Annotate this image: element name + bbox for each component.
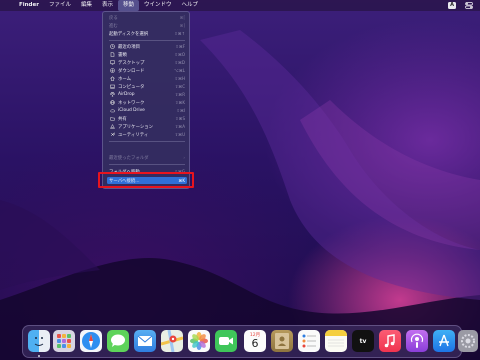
menu-window[interactable]: ウインドウ — [139, 0, 177, 11]
menu-item-label: 共有 — [118, 116, 127, 122]
menu-item-shortcut: ⇧⌘U — [174, 132, 185, 137]
input-source-badge[interactable]: A — [448, 2, 456, 9]
system-preferences-icon[interactable] — [458, 330, 478, 352]
menu-bar: Finder ファイル 編集 表示 移動 ウインドウ ヘルプ A — [0, 0, 480, 11]
menu-item-label: iCloud Drive — [118, 108, 145, 113]
menu-item-utilities[interactable]: ユーティリティ ⇧⌘U — [107, 131, 187, 138]
menu-item-shortcut: ⇧⌘F — [175, 44, 185, 49]
menu-item-back[interactable]: 戻る ⌘[ — [107, 14, 187, 21]
icloud-icon — [109, 108, 115, 114]
appstore-icon[interactable] — [433, 330, 455, 352]
menu-item-startup-disk[interactable]: 起動ディスクを選択 ⇧⌘↑ — [107, 30, 187, 37]
appletv-label: tv — [359, 337, 367, 345]
appletv-icon[interactable]: tv — [352, 330, 374, 352]
menu-item-label: ダウンロード — [118, 68, 145, 74]
document-icon — [109, 52, 115, 58]
menu-help[interactable]: ヘルプ — [177, 0, 204, 11]
menu-item-label: 最近使ったフォルダ — [109, 155, 149, 161]
finder-icon[interactable] — [28, 330, 50, 352]
applications-icon — [109, 124, 115, 130]
messages-icon[interactable] — [107, 330, 129, 352]
menu-item-label: 進む — [109, 23, 118, 29]
menu-separator — [109, 164, 185, 165]
facetime-icon[interactable] — [215, 330, 237, 352]
menu-item-label: 最近の項目 — [118, 44, 140, 50]
menu-item-recent-folders[interactable]: 最近使ったフォルダ › — [107, 154, 187, 161]
menu-item-label: 書類 — [118, 52, 127, 58]
menu-item-label: AirDrop — [118, 92, 135, 97]
desktop-wallpaper — [0, 0, 480, 360]
menu-edit[interactable]: 編集 — [76, 0, 97, 11]
menu-item-shortcut: ⇧⌘I — [176, 108, 185, 113]
submenu-chevron-icon: › — [183, 155, 185, 160]
menu-extras: A — [448, 0, 480, 11]
menu-item-shortcut: ⇧⌘A — [174, 124, 185, 129]
menu-item-shortcut: ⇧⌘R — [174, 92, 185, 97]
menu-go[interactable]: 移動 — [117, 0, 139, 11]
mail-icon[interactable] — [134, 330, 156, 352]
menu-item-shortcut: ⇧⌘K — [175, 100, 185, 105]
menu-item-label: ネットワーク — [118, 100, 145, 106]
menu-item-label: ユーティリティ — [118, 132, 149, 138]
desktop-icon — [109, 60, 115, 66]
menu-item-forward[interactable]: 進む ⌘] — [107, 22, 187, 29]
menu-app-finder[interactable]: Finder — [14, 0, 44, 11]
menu-item-icloud-drive[interactable]: iCloud Drive ⇧⌘I — [107, 107, 187, 114]
menu-view[interactable]: 表示 — [97, 0, 118, 11]
airdrop-icon — [109, 92, 115, 98]
menu-item-shortcut: ⇧⌘O — [174, 52, 186, 57]
calendar-icon[interactable]: 12月 6 — [244, 330, 266, 352]
menu-item-label: コンピュータ — [118, 84, 145, 90]
menu-item-shortcut: ⇧⌘C — [174, 84, 185, 89]
computer-icon — [109, 84, 115, 90]
reminders-icon[interactable] — [298, 330, 320, 352]
menu-item-computer[interactable]: コンピュータ ⇧⌘C — [107, 83, 187, 90]
menu-item-label: アプリケーション — [118, 124, 154, 130]
menu-item-label: ホーム — [118, 76, 132, 82]
launchpad-icon[interactable] — [53, 330, 75, 352]
menu-item-shortcut: ⌥⌘L — [174, 68, 185, 73]
photos-icon[interactable] — [188, 330, 210, 352]
download-icon — [109, 68, 115, 74]
notes-icon[interactable] — [325, 330, 347, 352]
menu-item-shortcut: ⇧⌘↑ — [174, 31, 185, 36]
menu-item-downloads[interactable]: ダウンロード ⌥⌘L — [107, 67, 187, 74]
menu-item-network[interactable]: ネットワーク ⇧⌘K — [107, 99, 187, 106]
menu-item-airdrop[interactable]: AirDrop ⇧⌘R — [107, 91, 187, 98]
menu-item-recents[interactable]: 最近の項目 ⇧⌘F — [107, 43, 187, 50]
control-center-icon[interactable] — [464, 0, 474, 11]
network-icon — [109, 100, 115, 106]
menu-separator — [109, 40, 185, 41]
menu-item-home[interactable]: ホーム ⇧⌘H — [107, 75, 187, 82]
menu-item-desktop[interactable]: デスクトップ ⇧⌘D — [107, 59, 187, 66]
menu-item-shared[interactable]: 共有 ⇧⌘S — [107, 115, 187, 122]
menu-item-documents[interactable]: 書類 ⇧⌘O — [107, 51, 187, 58]
menu-item-label: 戻る — [109, 15, 118, 21]
recents-icon — [109, 44, 115, 50]
menu-item-label: デスクトップ — [118, 60, 145, 66]
menu-item-shortcut: ⌘[ — [179, 15, 185, 20]
calendar-day: 6 — [251, 337, 259, 350]
menu-item-shortcut: ⇧⌘H — [174, 76, 185, 81]
contacts-icon[interactable] — [271, 330, 293, 352]
menu-file[interactable]: ファイル — [44, 0, 76, 11]
go-menu-dropdown: 戻る ⌘[ 進む ⌘] 起動ディスクを選択 ⇧⌘↑ 最近の項目 ⇧⌘F 書類 ⇧… — [102, 11, 190, 189]
menu-item-shortcut: ⇧⌘S — [175, 116, 185, 121]
menu-item-applications[interactable]: アプリケーション ⇧⌘A — [107, 123, 187, 130]
menu-separator — [109, 141, 185, 142]
menu-item-shortcut: ⇧⌘D — [174, 60, 185, 65]
wallpaper-shapes — [0, 30, 480, 360]
menu-item-label: 起動ディスクを選択 — [109, 31, 149, 37]
podcasts-icon[interactable] — [406, 330, 428, 352]
running-indicator — [38, 355, 40, 357]
shared-icon — [109, 116, 115, 122]
home-icon — [109, 76, 115, 82]
music-icon[interactable] — [379, 330, 401, 352]
utilities-icon — [109, 132, 115, 138]
safari-icon[interactable] — [80, 330, 102, 352]
maps-icon[interactable] — [161, 330, 183, 352]
menu-item-shortcut: ⌘] — [179, 23, 185, 28]
highlight-annotation-box — [98, 172, 194, 188]
apple-menu[interactable] — [5, 0, 14, 11]
